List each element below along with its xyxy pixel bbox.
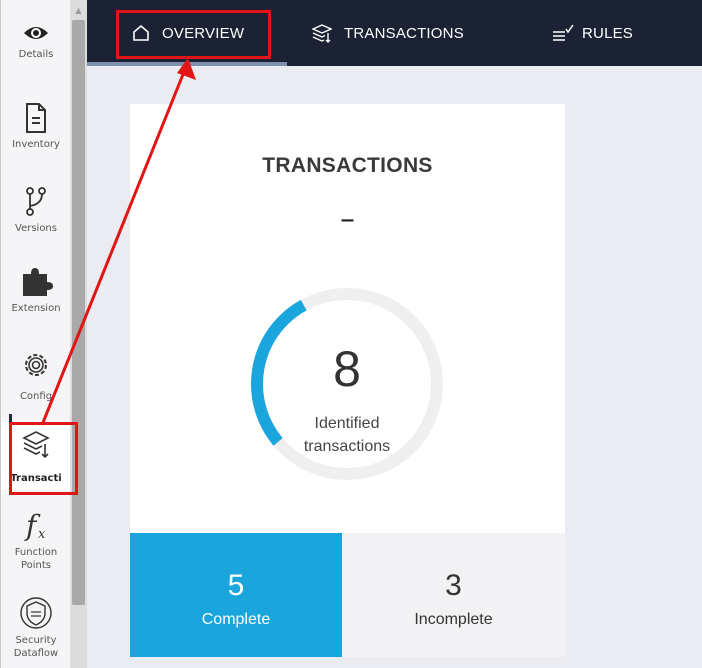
sidebar-item-details[interactable]: Details bbox=[1, 22, 71, 61]
puzzle-icon bbox=[1, 266, 71, 302]
sidebar-item-inventory[interactable]: Inventory bbox=[1, 102, 71, 151]
sidebar-item-label: Inventory bbox=[12, 139, 60, 150]
sidebar-item-security-dataflow[interactable]: Security Dataflow bbox=[1, 596, 71, 660]
complete-value: 5 bbox=[227, 569, 245, 602]
overview-highlight-box bbox=[116, 10, 271, 59]
sidebar-item-label: Versions bbox=[15, 223, 57, 234]
sidebar-item-label: Security bbox=[15, 635, 57, 646]
tab-transactions[interactable]: TRANSACTIONS bbox=[312, 0, 464, 66]
complete-label: Complete bbox=[201, 611, 271, 628]
complete-stat[interactable]: 5 Complete bbox=[130, 533, 342, 657]
sidebar-item-label: Extension bbox=[11, 303, 61, 314]
tab-rules[interactable]: RULES bbox=[552, 0, 633, 66]
incomplete-label: Incomplete bbox=[414, 611, 493, 628]
sidebar-item-config[interactable]: Config bbox=[1, 350, 71, 403]
transactions-icon bbox=[312, 23, 332, 43]
sidebar-item-label: Function bbox=[14, 547, 58, 558]
svg-text:x: x bbox=[38, 527, 46, 542]
card-title: TRANSACTIONS bbox=[262, 154, 433, 177]
rules-icon bbox=[552, 24, 574, 42]
sidebar-item-label-line2: Points bbox=[20, 560, 52, 571]
eye-icon bbox=[1, 22, 71, 48]
gauge-value: 8 bbox=[333, 341, 361, 397]
sidebar-item-label-line2: Dataflow bbox=[13, 648, 59, 659]
incomplete-stat[interactable]: 3 Incomplete bbox=[342, 533, 565, 657]
sidebar-item-label: Config bbox=[19, 391, 53, 402]
gauge-label-line2: transactions bbox=[303, 438, 391, 455]
document-icon bbox=[1, 102, 71, 138]
shield-icon bbox=[1, 596, 71, 634]
function-icon: fx bbox=[1, 508, 71, 546]
branch-icon bbox=[1, 186, 71, 222]
scroll-up-arrow-icon[interactable]: ▲ bbox=[70, 4, 87, 18]
sidebar-item-label: Details bbox=[18, 49, 54, 60]
scroll-thumb[interactable] bbox=[72, 20, 85, 605]
active-tab-underline bbox=[87, 62, 287, 66]
sidebar-item-function-points[interactable]: fx Function Points bbox=[1, 508, 71, 572]
sidebar-item-versions[interactable]: Versions bbox=[1, 186, 71, 235]
sidebar-item-extension[interactable]: Extension bbox=[1, 266, 71, 315]
transactions-highlight-box bbox=[9, 422, 78, 495]
gear-icon bbox=[1, 350, 71, 384]
card-dash: – bbox=[340, 202, 355, 237]
incomplete-value: 3 bbox=[445, 569, 462, 602]
gauge-label: Identified transactions bbox=[247, 412, 447, 458]
tab-label: RULES bbox=[582, 24, 634, 42]
tab-label: TRANSACTIONS bbox=[344, 24, 464, 42]
sidebar-scrollbar[interactable]: ▲ bbox=[70, 0, 87, 668]
gauge-label-line1: Identified bbox=[314, 415, 380, 432]
left-sidebar: Details Inventory Versions Extension Con… bbox=[0, 0, 71, 668]
